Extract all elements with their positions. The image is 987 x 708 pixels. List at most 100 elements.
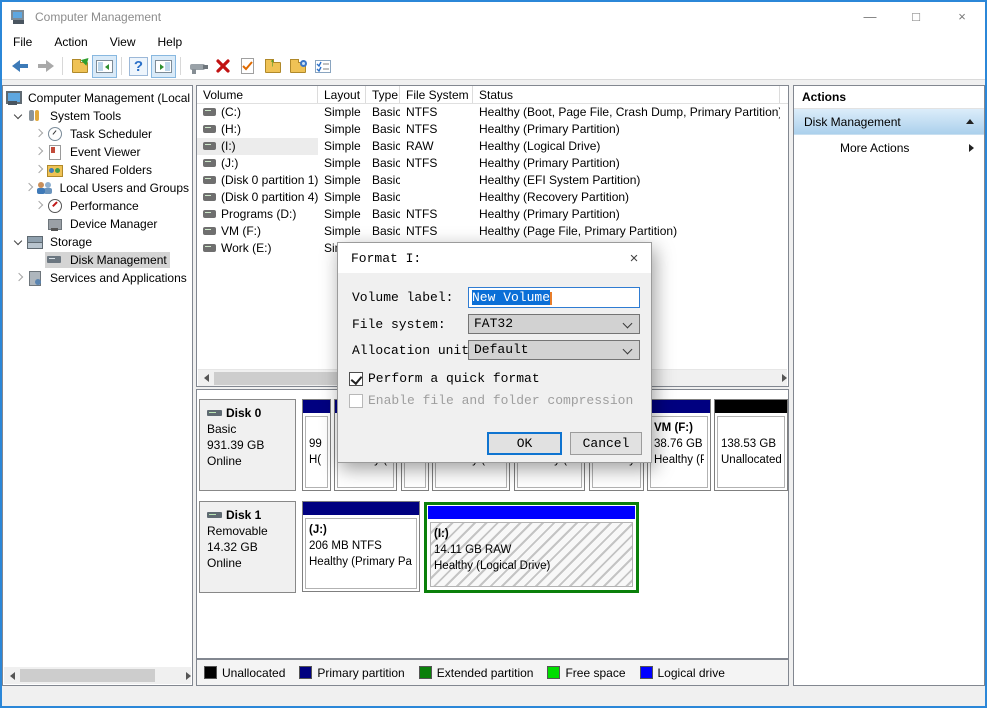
column-header-type[interactable]: Type bbox=[366, 86, 400, 103]
tree-item-storage[interactable]: Storage bbox=[3, 233, 192, 251]
volume-row-selected[interactable]: (I:) Simple Basic RAW Healthy (Logical Dri… bbox=[197, 138, 788, 155]
chevron-right-icon[interactable] bbox=[33, 200, 45, 212]
chevron-right-icon[interactable] bbox=[23, 182, 35, 194]
volume-row[interactable]: (C:) Simple Basic NTFS Healthy (Boot, Page… bbox=[197, 104, 788, 121]
volume-row[interactable]: (H:) Simple Basic NTFS Healthy (Primary Pa… bbox=[197, 121, 788, 138]
quick-format-checkbox[interactable] bbox=[349, 371, 363, 386]
disk0-partition[interactable]: 99 H( bbox=[302, 399, 331, 491]
disk0-header[interactable]: Disk 0 Basic 931.39 GB Online bbox=[199, 399, 296, 491]
chevron-right-icon[interactable] bbox=[33, 128, 45, 140]
computer-icon bbox=[5, 91, 22, 105]
tree-item-local-users-groups[interactable]: Local Users and Groups bbox=[3, 179, 192, 197]
maximize-button[interactable]: □ bbox=[893, 2, 939, 31]
delete-volume-icon[interactable] bbox=[210, 55, 235, 78]
volume-icon bbox=[203, 210, 216, 218]
tree-item-device-manager[interactable]: Device Manager bbox=[3, 215, 192, 233]
legend-item: Extended partition bbox=[418, 666, 533, 680]
chevron-right-icon[interactable] bbox=[13, 272, 25, 284]
back-icon[interactable] bbox=[8, 55, 33, 78]
check-properties-icon[interactable] bbox=[235, 55, 260, 78]
device-manager-icon bbox=[47, 217, 63, 231]
tree-item-shared-folders[interactable]: Shared Folders bbox=[3, 161, 192, 179]
event-viewer-icon bbox=[47, 145, 63, 160]
column-header-status[interactable]: Status bbox=[473, 86, 780, 103]
chevron-down-icon[interactable] bbox=[13, 110, 25, 122]
allocation-unit-dropdown[interactable]: Default bbox=[468, 340, 640, 360]
tree-item-system-tools[interactable]: System Tools bbox=[3, 107, 192, 125]
chevron-right-icon[interactable] bbox=[33, 146, 45, 158]
column-header-volume[interactable]: Volume bbox=[197, 86, 318, 103]
allocation-unit-label: Allocation unit bbox=[352, 343, 470, 358]
volume-icon bbox=[203, 159, 216, 167]
actions-section-disk-management[interactable]: Disk Management bbox=[794, 109, 984, 135]
cancel-button[interactable]: Cancel bbox=[570, 432, 642, 455]
format-dialog: Format I: × Volume label: New Volume Fil… bbox=[337, 242, 652, 463]
disk1-partition-j[interactable]: (J:) 206 MB NTFS Healthy (Primary Pa bbox=[302, 501, 420, 592]
tree-item-label: Local Users and Groups bbox=[59, 181, 189, 195]
partition-type-bar bbox=[648, 400, 710, 413]
console-tree-panel: Computer Management (Local System Tools … bbox=[2, 85, 193, 686]
forward-icon[interactable] bbox=[33, 55, 58, 78]
disk0-unallocated-region[interactable]: 138.53 GB Unallocated bbox=[714, 399, 788, 491]
ok-button[interactable]: OK bbox=[487, 432, 562, 455]
menu-file[interactable]: File bbox=[2, 31, 43, 53]
disk-icon bbox=[207, 512, 222, 518]
volume-row[interactable]: Programs (D:) Simple Basic NTFS Healthy (P… bbox=[197, 206, 788, 223]
chevron-right-icon[interactable] bbox=[33, 164, 45, 176]
tree-item-event-viewer[interactable]: Event Viewer bbox=[3, 143, 192, 161]
chevron-down-icon[interactable] bbox=[13, 236, 25, 248]
tree-item-label: Event Viewer bbox=[70, 145, 141, 159]
explore-folder-icon[interactable] bbox=[285, 55, 310, 78]
volume-row[interactable]: (J:) Simple Basic NTFS Healthy (Primary Pa… bbox=[197, 155, 788, 172]
view-options-icon[interactable] bbox=[310, 55, 335, 78]
logical-drive-swatch bbox=[639, 666, 653, 679]
toolbar-separator bbox=[121, 57, 122, 75]
tree-item-task-scheduler[interactable]: Task Scheduler bbox=[3, 125, 192, 143]
tree-item-performance[interactable]: Performance bbox=[3, 197, 192, 215]
computer-management-app-icon bbox=[11, 10, 27, 24]
scroll-left-icon[interactable] bbox=[198, 370, 214, 387]
compression-checkbox bbox=[349, 393, 363, 408]
close-button[interactable]: × bbox=[939, 2, 985, 31]
menu-view[interactable]: View bbox=[99, 31, 147, 53]
disk0-partition-vm-f[interactable]: VM (F:) 38.76 GB Healthy (P bbox=[647, 399, 711, 491]
dialog-close-icon[interactable]: × bbox=[617, 243, 651, 273]
file-system-dropdown[interactable]: FAT32 bbox=[468, 314, 640, 334]
column-header-file-system[interactable]: File System bbox=[400, 86, 473, 103]
disk1-header[interactable]: Disk 1 Removable 14.32 GB Online bbox=[199, 501, 296, 593]
show-action-pane-icon[interactable] bbox=[151, 54, 176, 78]
collapse-icon[interactable] bbox=[966, 119, 974, 124]
export-list-icon[interactable] bbox=[67, 55, 92, 78]
quick-format-checkbox-row[interactable]: Perform a quick format bbox=[349, 371, 540, 386]
help-icon[interactable]: ? bbox=[126, 55, 151, 78]
file-system-label: File system: bbox=[352, 317, 446, 332]
rescan-disks-icon[interactable] bbox=[185, 55, 210, 78]
more-actions-item[interactable]: More Actions bbox=[794, 135, 984, 161]
minimize-button[interactable]: — bbox=[847, 2, 893, 31]
task-scheduler-icon bbox=[47, 127, 63, 141]
tree-item-disk-management[interactable]: Disk Management bbox=[3, 251, 192, 269]
open-parent-folder-icon[interactable]: ↑ bbox=[260, 55, 285, 78]
disk1-partition-i-selected[interactable]: (I:) 14.11 GB RAW Healthy (Logical Drive) bbox=[424, 502, 639, 593]
volume-label-input[interactable]: New Volume bbox=[468, 287, 640, 308]
tree-item-computer-management[interactable]: Computer Management (Local bbox=[3, 89, 192, 107]
scroll-right-icon[interactable] bbox=[175, 667, 191, 684]
menu-action[interactable]: Action bbox=[43, 31, 98, 53]
tree-horizontal-scrollbar[interactable] bbox=[4, 667, 191, 684]
tree-item-services-applications[interactable]: Services and Applications bbox=[3, 269, 192, 287]
partition-type-bar bbox=[428, 506, 635, 519]
show-console-tree-icon[interactable] bbox=[92, 54, 117, 78]
menubar: File Action View Help bbox=[2, 31, 985, 53]
scroll-left-icon[interactable] bbox=[4, 667, 20, 684]
menu-help[interactable]: Help bbox=[147, 31, 194, 53]
scrollbar-thumb[interactable] bbox=[20, 669, 155, 682]
volume-row[interactable]: (Disk 0 partition 1) Simple Basic Healthy… bbox=[197, 172, 788, 189]
volume-icon bbox=[203, 244, 216, 252]
system-tools-icon bbox=[27, 109, 43, 123]
storage-icon bbox=[27, 235, 43, 249]
volume-row[interactable]: (Disk 0 partition 4) Simple Basic Healthy… bbox=[197, 189, 788, 206]
column-header-layout[interactable]: Layout bbox=[318, 86, 366, 103]
scroll-right-icon[interactable] bbox=[771, 370, 787, 387]
volume-row[interactable]: VM (F:) Simple Basic NTFS Healthy (Page Fi… bbox=[197, 223, 788, 240]
